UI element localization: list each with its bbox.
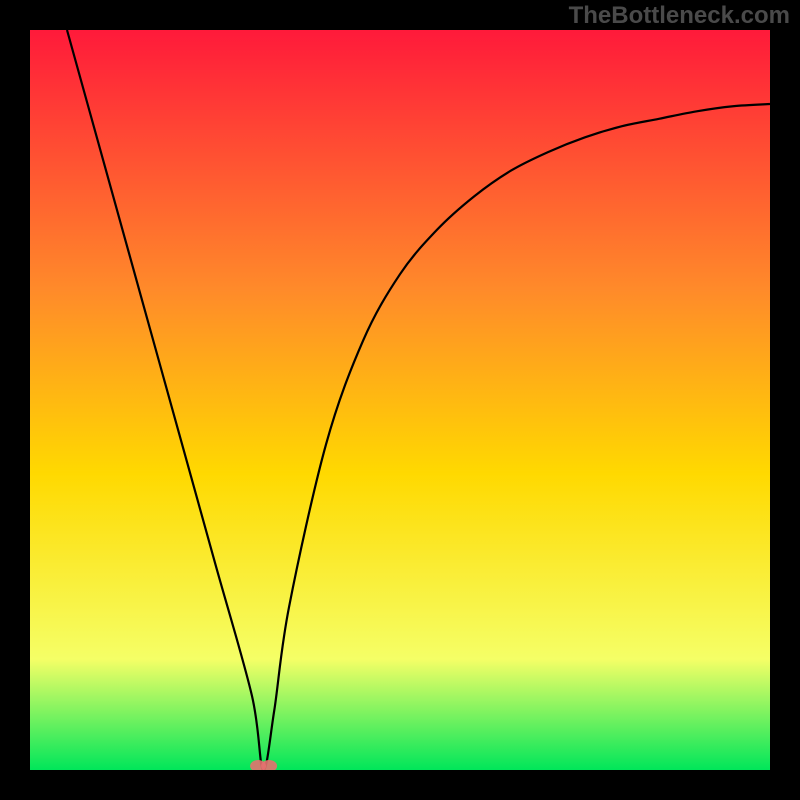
chart-frame: TheBottleneck.com — [0, 0, 800, 800]
plot-area — [30, 30, 770, 770]
gradient-background — [30, 30, 770, 770]
watermark-text: TheBottleneck.com — [569, 2, 790, 30]
chart-svg — [30, 30, 770, 770]
